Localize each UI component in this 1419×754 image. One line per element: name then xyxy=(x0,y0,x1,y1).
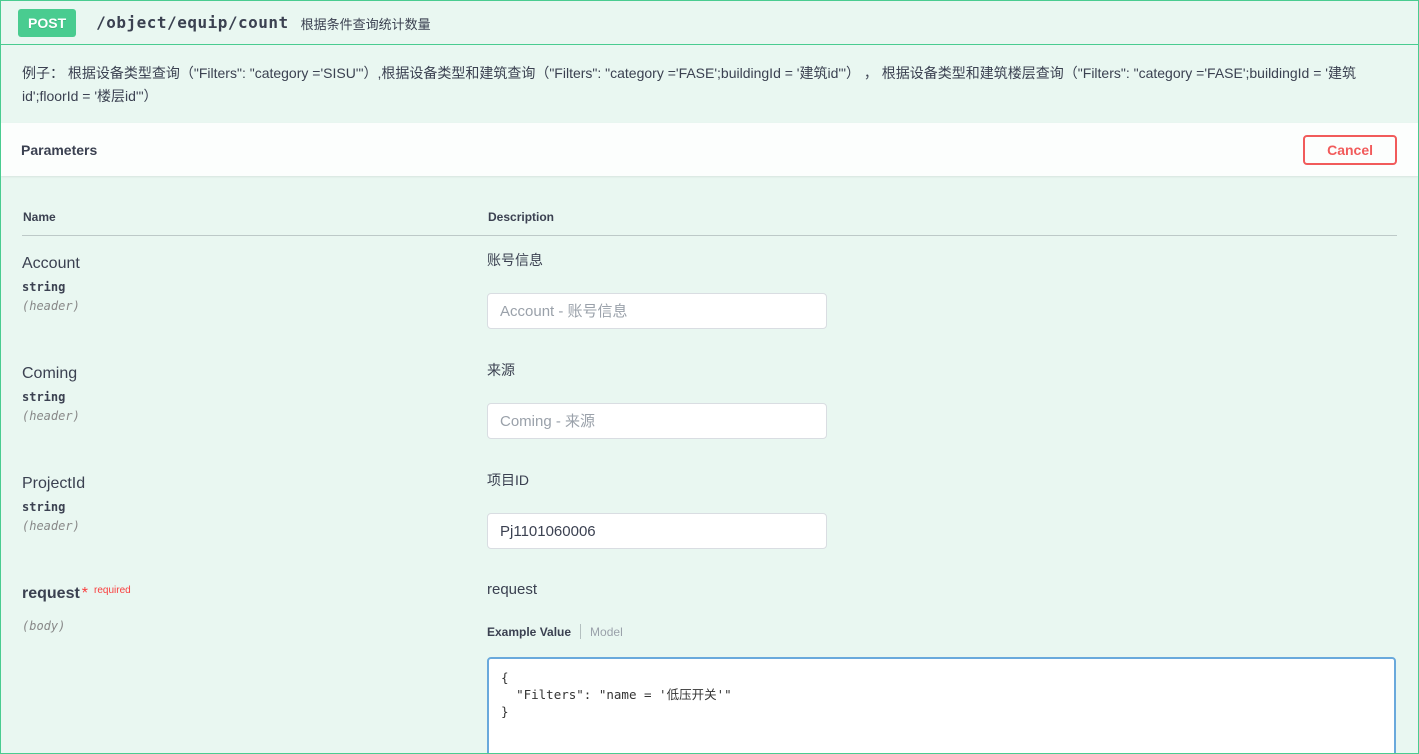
endpoint-summary: 根据条件查询统计数量 xyxy=(301,12,431,33)
operation-description: 例子： 根据设备类型查询（"Filters": "category ='SISU… xyxy=(1,45,1418,123)
parameter-description: request xyxy=(487,580,1397,600)
parameter-row-coming: Coming string (header) 来源 xyxy=(22,346,1397,456)
cancel-button[interactable]: Cancel xyxy=(1303,135,1397,165)
parameter-description: 项目ID xyxy=(487,470,1397,490)
parameter-type: string xyxy=(22,390,487,404)
parameter-row-account: Account string (header) 账号信息 xyxy=(22,236,1397,346)
column-header-description: Description xyxy=(487,176,1397,235)
parameter-location: (body) xyxy=(22,619,487,633)
parameters-table: Name Description Account string (header)… xyxy=(1,176,1418,754)
coming-input[interactable] xyxy=(487,403,827,439)
body-tabs: Example Value Model xyxy=(487,624,1397,639)
parameter-description: 来源 xyxy=(487,360,1397,380)
parameter-location: (header) xyxy=(22,519,487,533)
parameter-row-projectid: ProjectId string (header) 项目ID xyxy=(22,456,1397,566)
operation-summary[interactable]: POST /object/equip/count 根据条件查询统计数量 xyxy=(1,1,1418,45)
required-asterisk: * xyxy=(82,585,88,602)
parameter-location: (header) xyxy=(22,409,487,423)
tab-model[interactable]: Model xyxy=(590,625,623,639)
parameter-description: 账号信息 xyxy=(487,250,1397,270)
parameter-name: Account xyxy=(22,255,487,273)
parameter-type: string xyxy=(22,280,487,294)
tab-divider xyxy=(580,624,581,639)
parameter-type: string xyxy=(22,500,487,514)
parameters-title: Parameters xyxy=(21,142,97,158)
parameter-name: Coming xyxy=(22,365,487,383)
parameters-section-header: Parameters Cancel xyxy=(1,123,1418,176)
required-label: required xyxy=(94,585,131,596)
request-body-editor[interactable]: { "Filters": "name = '低压开关'" } xyxy=(487,657,1396,754)
tab-example-value[interactable]: Example Value xyxy=(487,625,571,639)
api-operation-block: POST /object/equip/count 根据条件查询统计数量 例子： … xyxy=(0,0,1419,754)
table-header-row: Name Description xyxy=(22,176,1397,236)
http-method-badge: POST xyxy=(18,9,76,37)
parameter-name: ProjectId xyxy=(22,475,487,493)
account-input[interactable] xyxy=(487,293,827,329)
projectid-input[interactable] xyxy=(487,513,827,549)
endpoint-path: /object/equip/count xyxy=(96,13,289,32)
parameter-location: (header) xyxy=(22,299,487,313)
parameter-name: request xyxy=(22,585,80,602)
column-header-name: Name xyxy=(22,176,487,235)
parameter-row-request: request*required (body) request Example … xyxy=(22,566,1397,754)
